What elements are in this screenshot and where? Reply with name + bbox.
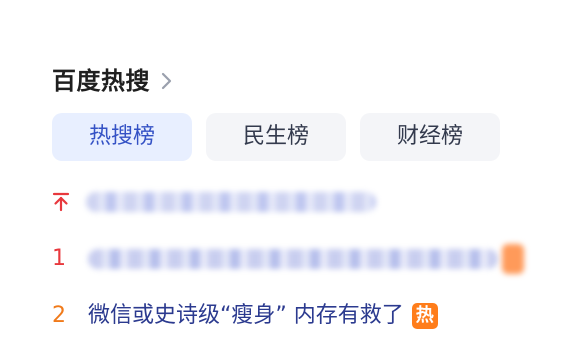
ranking-tabs: 热搜榜 民生榜 财经榜 bbox=[52, 113, 500, 161]
blurred-badge bbox=[502, 244, 524, 274]
tab-livelihood[interactable]: 民生榜 bbox=[206, 113, 346, 161]
hot-badge: 热 bbox=[411, 303, 438, 329]
list-item[interactable]: 1 bbox=[52, 240, 524, 278]
section-title: 百度热搜 bbox=[52, 67, 150, 95]
chevron-right-icon[interactable] bbox=[158, 70, 176, 92]
headline-text[interactable]: 微信或史诗级“瘦身” 内存有救了 bbox=[88, 296, 404, 336]
tab-finance[interactable]: 财经榜 bbox=[360, 113, 500, 161]
tab-hot-search[interactable]: 热搜榜 bbox=[52, 113, 192, 161]
rank-number: 2 bbox=[52, 303, 66, 328]
blurred-headline bbox=[88, 249, 498, 269]
list-item[interactable]: 2 微信或史诗级“瘦身” 内存有救了 热 bbox=[52, 296, 438, 336]
pin-top-icon bbox=[52, 192, 70, 212]
hot-search-header[interactable]: 百度热搜 bbox=[52, 62, 176, 100]
list-item-pinned[interactable] bbox=[52, 186, 376, 218]
blurred-headline bbox=[86, 192, 376, 212]
rank-number: 1 bbox=[52, 246, 66, 271]
